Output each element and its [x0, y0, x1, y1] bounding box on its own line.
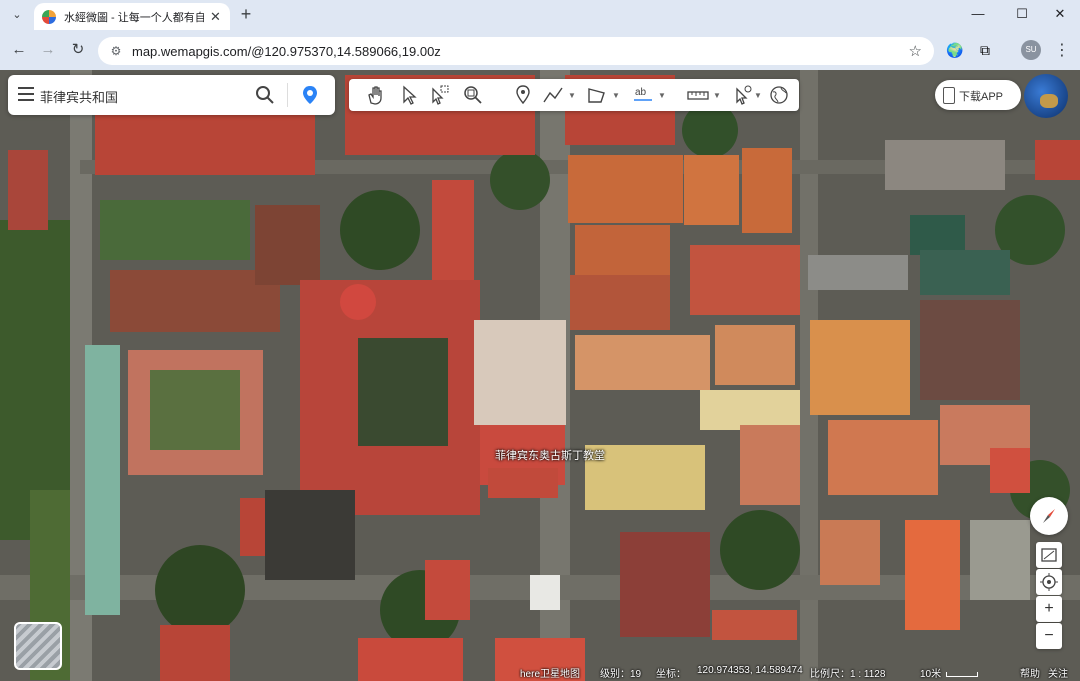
zoom-in-button[interactable]: +	[1036, 596, 1062, 622]
line-dropdown-icon[interactable]: ▼	[568, 91, 576, 100]
measure-dropdown-icon[interactable]: ▼	[713, 91, 721, 100]
url-text: map.wemapgis.com/@120.975370,14.589066,1…	[132, 43, 441, 59]
browser-chrome: ⌄ 水經微圖 - 让每一个人都有自已 ✕ + — ☐ ✕ ← → ↻ ⚙ map…	[0, 0, 1080, 71]
scale-bar-label: 10米	[920, 669, 942, 680]
compass-button[interactable]	[1030, 497, 1068, 535]
minimize-button[interactable]: —	[964, 4, 992, 24]
bookmark-star-icon[interactable]: ☆	[909, 42, 922, 60]
polygon-dropdown-icon[interactable]: ▼	[612, 91, 620, 100]
map-toolbar: ▼ ▼ ab ▼ ▼ ▼	[349, 79, 799, 111]
my-location-button[interactable]	[1036, 569, 1062, 595]
draw-polygon-icon[interactable]	[585, 83, 609, 107]
svg-text:ab: ab	[635, 87, 647, 98]
back-button[interactable]: ←	[8, 39, 30, 61]
address-bar[interactable]: ⚙ map.wemapgis.com/@120.975370,14.589066…	[98, 37, 934, 65]
browser-toolbar: ← → ↻ ⚙ map.wemapgis.com/@120.975370,14.…	[0, 33, 1080, 67]
map-search-box[interactable]: 菲律宾共和国	[8, 75, 335, 115]
extensions-puzzle-icon[interactable]: ⧉	[975, 40, 995, 60]
new-tab-button[interactable]: +	[236, 4, 256, 24]
download-app-button[interactable]: 下载APP	[935, 80, 1021, 110]
draw-marker-icon[interactable]	[511, 83, 535, 107]
pick-point-icon[interactable]	[731, 83, 755, 107]
location-pin-icon[interactable]	[299, 84, 321, 106]
compass-needle-icon	[1043, 509, 1055, 523]
draw-line-icon[interactable]	[541, 83, 565, 107]
zoom-region-icon[interactable]	[461, 83, 485, 107]
zoom-out-button[interactable]: −	[1036, 623, 1062, 649]
help-link[interactable]: 帮助	[1020, 665, 1040, 680]
pick-dropdown-icon[interactable]: ▼	[754, 91, 762, 100]
fullscreen-icon	[1041, 548, 1057, 562]
maximize-button[interactable]: ☐	[1008, 4, 1036, 24]
pan-hand-icon[interactable]	[363, 83, 387, 107]
zoom-level: 级别：19	[600, 669, 642, 680]
satellite-map[interactable]: 菲律宾东奥古斯丁教堂	[0, 70, 1080, 681]
scale-text: 比例尺：1 : 1128	[810, 669, 886, 680]
forward-button[interactable]: →	[37, 39, 59, 61]
coords-value: 120.974353, 14.589474	[697, 665, 803, 676]
download-app-label: 下载APP	[959, 91, 1004, 103]
text-label-icon[interactable]: ab	[631, 83, 655, 107]
site-favicon-icon	[42, 9, 56, 24]
close-window-button[interactable]: ✕	[1046, 4, 1074, 24]
globe-view-button[interactable]	[1024, 74, 1068, 118]
search-divider	[287, 83, 288, 107]
browser-menu-icon[interactable]: ⋮	[1054, 40, 1070, 60]
text-dropdown-icon[interactable]: ▼	[658, 91, 666, 100]
profile-avatar[interactable]: SU	[1021, 40, 1041, 60]
search-icon[interactable]	[254, 84, 276, 106]
active-tab[interactable]: 水經微圖 - 让每一个人都有自已 ✕	[34, 3, 230, 30]
search-input[interactable]: 菲律宾共和国	[40, 87, 118, 106]
scale-bar	[946, 672, 978, 677]
status-bar: here卫星地图 级别：19 坐标： 120.974353, 14.589474…	[0, 661, 1080, 681]
globe-land-icon	[1040, 94, 1058, 108]
reload-button[interactable]: ↻	[67, 39, 89, 61]
measure-ruler-icon[interactable]	[686, 83, 710, 107]
tab-list-button[interactable]: ⌄	[6, 5, 28, 25]
world-globe-icon[interactable]	[767, 83, 791, 107]
place-label[interactable]: 菲律宾东奥古斯丁教堂	[495, 447, 605, 463]
fullscreen-button[interactable]	[1036, 542, 1062, 568]
tab-title: 水經微圖 - 让每一个人都有自已	[64, 11, 204, 24]
follow-link[interactable]: 关注	[1048, 665, 1068, 680]
imagery-source: here卫星地图	[520, 669, 581, 680]
extension-globe-icon[interactable]: 🌍	[945, 40, 965, 60]
tab-close-icon[interactable]: ✕	[210, 9, 221, 25]
select-arrow-icon[interactable]	[397, 83, 421, 107]
satellite-imagery	[0, 70, 1080, 681]
menu-icon[interactable]	[18, 87, 34, 101]
crosshair-icon	[1040, 573, 1058, 591]
site-info-icon[interactable]: ⚙	[108, 44, 124, 58]
tab-bar: ⌄ 水經微圖 - 让每一个人都有自已 ✕ + — ☐ ✕	[0, 0, 1080, 30]
box-select-icon[interactable]	[427, 83, 451, 107]
phone-icon	[943, 87, 955, 104]
coords-label: 坐标：	[656, 669, 686, 680]
